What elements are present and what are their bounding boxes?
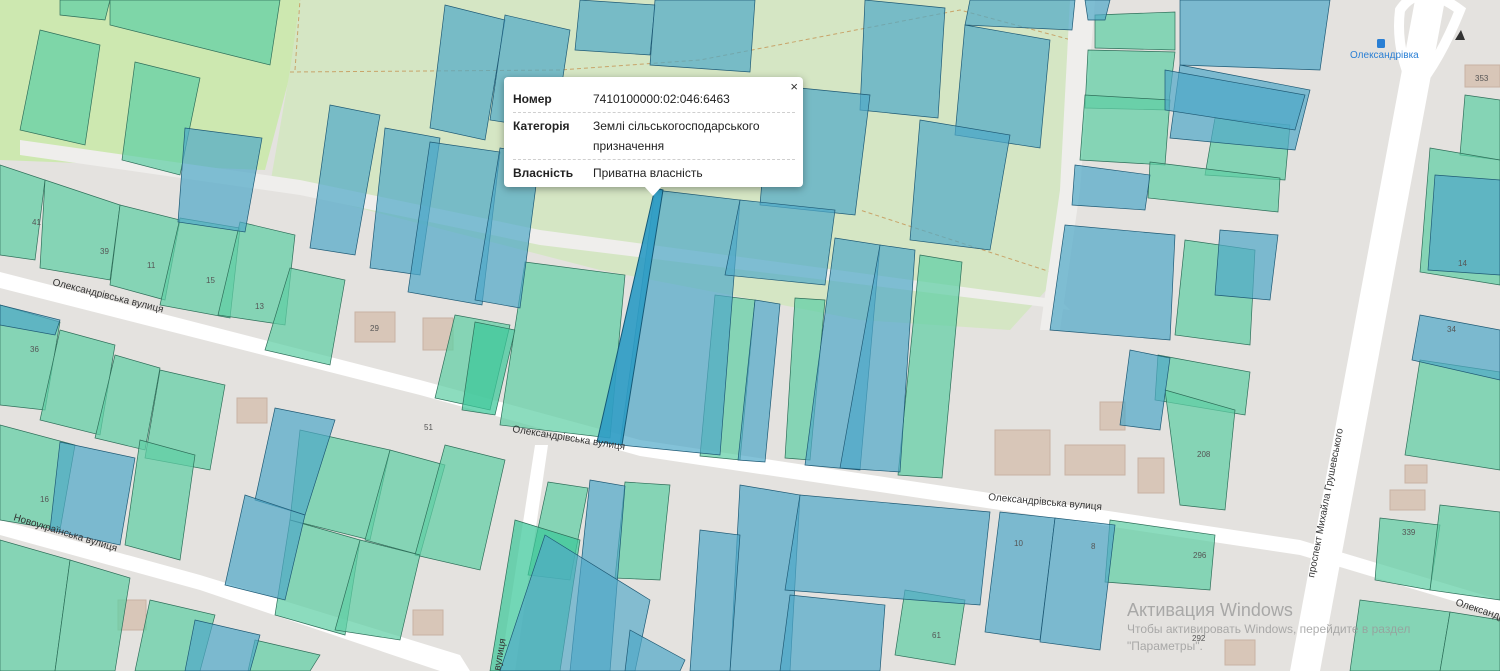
building	[994, 429, 1051, 476]
building	[1064, 444, 1126, 476]
parcel[interactable]	[1459, 94, 1500, 161]
popup-tip	[644, 186, 662, 196]
popup-value: Землі сільськогосподарського призначення	[593, 119, 760, 153]
building	[1389, 489, 1426, 511]
watermark-title: Активация Windows	[1127, 600, 1293, 620]
house-number: 16	[40, 495, 49, 504]
house-number: 296	[1193, 551, 1207, 560]
parcel[interactable]	[1214, 229, 1279, 301]
house-number: 339	[1402, 528, 1416, 537]
house-number: 208	[1197, 450, 1211, 459]
parcel[interactable]	[964, 0, 1076, 31]
parcel[interactable]	[859, 0, 946, 119]
house-number: 8	[1091, 542, 1096, 551]
parcel-info-popup: × Номер 7410100000:02:046:6463 Категорія…	[504, 77, 803, 196]
popup-value: Приватна власність	[593, 166, 703, 180]
popup-row-category: Категорія Землі сільськогосподарського п…	[513, 113, 795, 160]
parcel[interactable]	[1079, 94, 1171, 166]
parcel[interactable]	[779, 594, 886, 671]
house-number: 13	[255, 302, 264, 311]
parcel[interactable]	[1439, 611, 1500, 671]
watermark-line: "Параметры".	[1127, 639, 1203, 653]
house-number: 34	[1447, 325, 1456, 334]
house-number: 353	[1475, 74, 1489, 83]
poi-label: Олександрівка	[1350, 50, 1419, 61]
parcel[interactable]	[1094, 11, 1176, 51]
watermark-line: Чтобы активировать Windows, перейдите в …	[1127, 622, 1411, 636]
windows-activation-watermark: Активация Windows Чтобы активировать Win…	[1127, 600, 1410, 655]
house-number: 51	[424, 423, 433, 432]
house-number: 41	[32, 218, 41, 227]
house-number: 39	[100, 247, 109, 256]
house-number: 61	[932, 631, 941, 640]
house-number: 15	[206, 276, 215, 285]
popup-table: Номер 7410100000:02:046:6463 Категорія З…	[513, 86, 795, 186]
building	[236, 397, 268, 424]
parcel[interactable]	[1049, 224, 1176, 341]
house-number: 29	[370, 324, 379, 333]
parcel[interactable]	[574, 0, 656, 56]
parcel[interactable]	[724, 199, 836, 286]
popup-value: 7410100000:02:046:6463	[593, 92, 730, 106]
popup-key: Власність	[513, 166, 574, 180]
parcel[interactable]	[649, 0, 756, 73]
popup-row-number: Номер 7410100000:02:046:6463	[513, 86, 795, 113]
building	[412, 609, 444, 636]
parcel[interactable]	[784, 494, 991, 606]
popup-row-ownership: Власність Приватна власність	[513, 160, 795, 186]
building	[1404, 464, 1428, 484]
popup-key: Категорія	[513, 119, 570, 133]
popup-key: Номер	[513, 92, 552, 106]
bus-stop-icon	[1377, 39, 1385, 48]
house-number: 10	[1014, 539, 1023, 548]
house-number: 36	[30, 345, 39, 354]
building	[1137, 457, 1165, 494]
house-number: 11	[147, 261, 156, 270]
house-number: 14	[1458, 259, 1467, 268]
parcel[interactable]	[1429, 504, 1500, 601]
parcel[interactable]	[1179, 0, 1331, 71]
